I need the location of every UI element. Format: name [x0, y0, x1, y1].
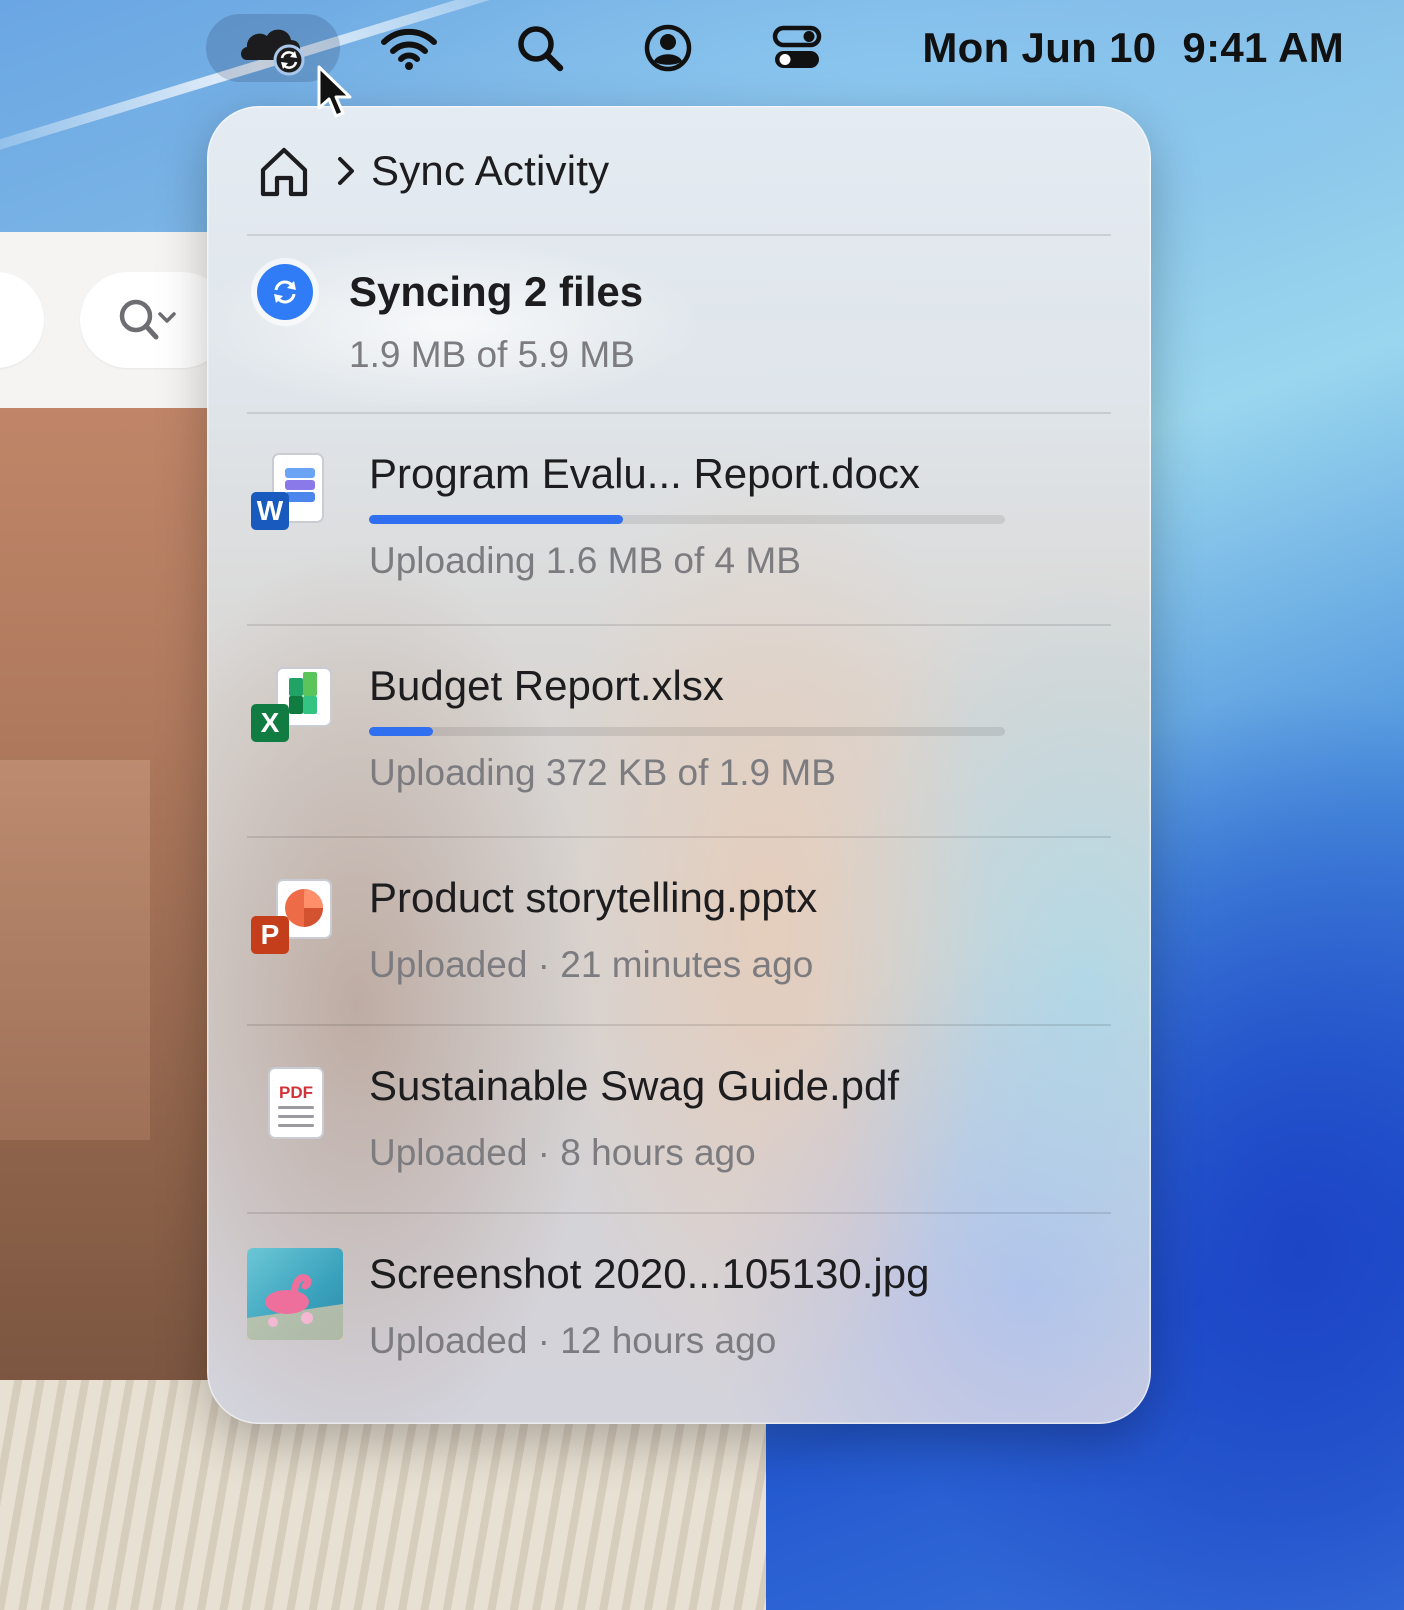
spotlight-menubar-button[interactable]: [508, 14, 572, 82]
chevron-right-icon: [335, 154, 357, 188]
search-dropdown-icon: [119, 299, 176, 340]
home-button[interactable]: [255, 142, 313, 200]
upload-progress-bar: [369, 515, 1005, 524]
svg-text:P: P: [261, 919, 280, 950]
list-item[interactable]: W Program Evalu... Report.docx Uploading…: [207, 414, 1151, 624]
clock-date: Mon Jun 10: [922, 24, 1157, 71]
file-name: Budget Report.xlsx: [369, 662, 724, 709]
file-status: Uploading 1.6 MB of 4 MB: [369, 540, 801, 581]
wifi-icon: [381, 28, 437, 70]
sync-activity-popover: Sync Activity Syncing 2 files 1.9 MB of …: [207, 106, 1151, 1424]
sync-summary-title: Syncing 2 files: [349, 268, 644, 315]
upload-progress-fill: [369, 515, 624, 524]
sync-summary: Syncing 2 files 1.9 MB of 5.9 MB: [207, 236, 1151, 406]
powerpoint-icon: P: [247, 872, 343, 968]
home-icon: [260, 147, 308, 197]
svg-text:W: W: [257, 495, 284, 526]
file-name: Program Evalu... Report.docx: [369, 450, 920, 497]
svg-text:X: X: [261, 707, 280, 738]
list-item[interactable]: Screenshot 2020...105130.jpg Uploaded · …: [207, 1214, 1151, 1414]
page-title: Sync Activity: [371, 147, 610, 194]
file-status: Uploaded · 8 hours ago: [369, 1132, 756, 1173]
control-center-icon: [772, 25, 822, 68]
file-status: Uploaded · 12 hours ago: [369, 1320, 777, 1361]
clock-time: 9:41 AM: [1182, 24, 1344, 71]
control-center-menubar-button[interactable]: [764, 14, 830, 82]
file-name: Product storytelling.pptx: [369, 874, 818, 921]
search-icon: [518, 26, 564, 72]
image-thumbnail: [247, 1248, 343, 1344]
upload-progress-bar: [369, 727, 1005, 736]
pdf-file-icon: PDF: [247, 1060, 343, 1156]
word-doc-icon: W: [247, 448, 343, 544]
sync-icon: [274, 280, 296, 304]
menubar-clock[interactable]: Mon Jun 10 9:41 AM: [922, 22, 1344, 74]
file-name: Sustainable Swag Guide.pdf: [369, 1062, 900, 1109]
mouse-cursor: [316, 64, 356, 127]
upload-progress-fill: [369, 727, 433, 736]
sync-summary-size: 1.9 MB of 5.9 MB: [349, 334, 635, 375]
file-status: Uploaded · 21 minutes ago: [369, 944, 814, 985]
wifi-menubar-button[interactable]: [378, 14, 440, 82]
list-item[interactable]: X Budget Report.xlsx Uploading 372 KB of…: [207, 626, 1151, 836]
menu-bar: Mon Jun 10 9:41 AM: [0, 0, 1404, 96]
user-account-icon: [644, 24, 692, 72]
file-name: Screenshot 2020...105130.jpg: [369, 1250, 930, 1297]
excel-sheet-icon: X: [247, 660, 343, 756]
list-item[interactable]: P Product storytelling.pptx Uploaded · 2…: [207, 838, 1151, 1026]
sync-status-badge: [257, 264, 313, 320]
user-menubar-button[interactable]: [636, 14, 700, 82]
svg-text:PDF: PDF: [279, 1083, 313, 1102]
onedrive-sync-icon: [241, 29, 305, 76]
background-photo-detail: [0, 760, 150, 1140]
list-item[interactable]: PDF Sustainable Swag Guide.pdf Uploaded …: [207, 1026, 1151, 1214]
file-status: Uploading 372 KB of 1.9 MB: [369, 752, 836, 793]
